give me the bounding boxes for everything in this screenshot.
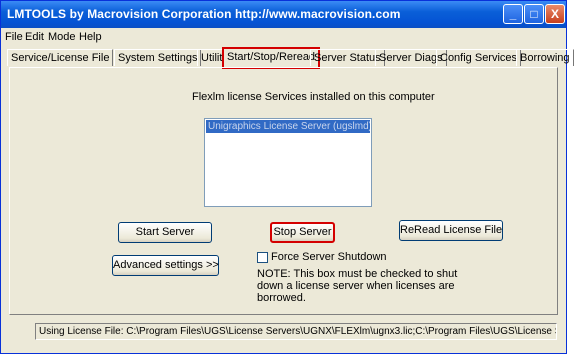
tab-borrowing[interactable]: Borrowing [516,49,574,66]
tab-system-settings[interactable]: System Settings [114,49,202,66]
close-button[interactable]: X [545,4,565,24]
services-list[interactable]: Unigraphics License Server (ugslmd) [204,118,372,207]
status-bar: Using License File: C:\Program Files\UGS… [35,323,557,340]
tab-config-services[interactable]: Config Services [436,49,522,66]
borrow-note: NOTE: This box must be checked to shut d… [257,268,458,304]
reread-license-file-button[interactable]: ReRead License File [399,220,503,241]
services-label: Flexlm license Services installed on thi… [192,91,435,103]
title-bar[interactable]: LMTOOLS by Macrovision Corporation http:… [1,1,566,28]
advanced-settings-button[interactable]: Advanced settings >> [112,255,219,276]
tab-service-license-file[interactable]: Service/License File [7,49,114,66]
tab-start-stop-reread[interactable]: Start/Stop/Reread [222,47,321,69]
tab-strip: Service/License File System Settings Uti… [7,47,574,69]
maximize-button[interactable]: □ [524,4,544,24]
tab-server-status[interactable]: Server Status [310,49,385,66]
menu-edit[interactable]: Edit [25,31,44,43]
menu-help[interactable]: Help [79,31,102,43]
minimize-button[interactable]: _ [503,4,523,24]
service-item[interactable]: Unigraphics License Server (ugslmd) [206,120,370,133]
window-title: LMTOOLS by Macrovision Corporation http:… [7,7,401,21]
start-server-button[interactable]: Start Server [118,222,212,243]
menu-file[interactable]: File [5,31,23,43]
stop-server-button[interactable]: Stop Server [270,222,335,243]
lmtools-window: LMTOOLS by Macrovision Corporation http:… [0,0,574,354]
menu-bar: File Edit Mode Help [1,29,566,46]
force-shutdown-checkbox[interactable] [257,252,268,263]
force-shutdown-label[interactable]: Force Server Shutdown [271,251,387,263]
menu-mode[interactable]: Mode [48,31,76,43]
